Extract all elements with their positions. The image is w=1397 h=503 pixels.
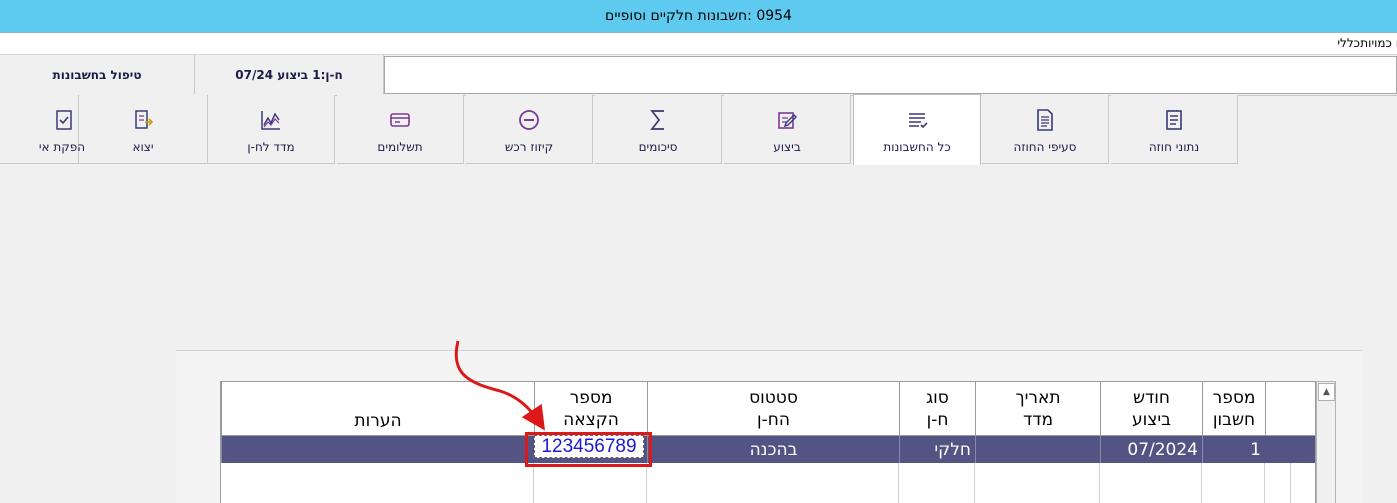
menu-quantities[interactable]: ו כמויות <box>1360 36 1397 50</box>
tool-label: יצוא <box>132 140 154 154</box>
tool-contract-items[interactable]: סעיפי החוזה <box>982 95 1109 164</box>
cell-exec-month[interactable]: 07/2024 <box>1100 436 1202 463</box>
header-status[interactable]: סטטוס הח-ן <box>647 382 899 436</box>
tool-label: סיכומים <box>638 140 678 154</box>
execution-icon <box>778 112 797 129</box>
vertical-scrollbar[interactable]: ▲ <box>1316 381 1336 503</box>
cell-status[interactable]: בהכנה <box>647 436 899 463</box>
tool-payments[interactable]: תשלומים <box>337 95 464 164</box>
tool-label: סעיפי החוזה <box>1013 140 1077 154</box>
tool-execution[interactable]: ביצוע <box>724 95 851 164</box>
cell-account-no[interactable]: 1 <box>1202 436 1265 463</box>
tool-label: ביצוע <box>773 140 801 154</box>
tool-all-accounts[interactable]: כל החשבונות <box>853 94 981 165</box>
menu-general[interactable]: כללי <box>1337 36 1360 50</box>
info-blank-field <box>384 56 1397 94</box>
header-alloc-no[interactable]: מספר הקצאה <box>534 382 647 436</box>
tool-label: הפקת אי <box>38 140 86 154</box>
accounts-grid: הערות מספר הקצאה סטטוס הח-ן סוג ח-ן תארי… <box>220 381 1316 503</box>
purchase-offset-icon <box>519 110 539 130</box>
header-spacer <box>1265 382 1291 436</box>
tool-label: כל החשבונות <box>883 140 951 154</box>
annotation-arrow <box>454 340 545 431</box>
window-title-bar: 0954 :חשבונות חלקיים וסופיים <box>0 0 1397 33</box>
tool-label: נתוני חוזה <box>1148 140 1200 154</box>
contract-items-icon <box>1037 109 1053 131</box>
handling-label: טיפול בחשבונות <box>0 55 195 94</box>
info-bar: טיפול בחשבונות ח-ן:1 ביצוע 07/24 <box>0 55 1397 96</box>
scroll-up-icon[interactable]: ▲ <box>1318 383 1335 401</box>
tool-export[interactable]: יצוא <box>79 95 208 164</box>
menu-bar: כללי ו כמויות <box>0 33 1397 55</box>
tool-produce[interactable]: הפקת אי <box>0 95 85 164</box>
tool-label: מדד לח-ן <box>247 140 295 154</box>
current-account-label: ח-ן:1 ביצוע 07/24 <box>195 55 384 94</box>
highlight-box <box>525 432 652 467</box>
tool-label: קיזוז רכש <box>504 140 554 154</box>
cell-index-date[interactable] <box>975 436 1100 463</box>
header-exec-month[interactable]: חודש ביצוע <box>1100 382 1202 436</box>
window-title: 0954 :חשבונות חלקיים וסופיים <box>605 8 792 24</box>
header-account-no[interactable]: מספר חשבון <box>1202 382 1265 436</box>
header-spacer <box>1291 382 1315 436</box>
produce-icon <box>56 110 72 130</box>
header-index-date[interactable]: תאריך מדד <box>975 382 1100 436</box>
payments-icon <box>390 113 410 127</box>
all-accounts-icon <box>909 113 928 129</box>
sum-icon <box>650 110 664 130</box>
cell-type[interactable]: חלקי <box>899 436 975 463</box>
cell-notes[interactable] <box>221 436 534 463</box>
tool-contract-data[interactable]: נתוני חוזה <box>1111 95 1238 164</box>
tool-label: תשלומים <box>377 140 423 154</box>
index-chart-icon <box>261 111 280 130</box>
tool-index[interactable]: מדד לח-ן <box>208 95 335 164</box>
header-type[interactable]: סוג ח-ן <box>899 382 975 436</box>
toolbar: נתוני חוזה סעיפי החוזה כל החשבונות ביצוע… <box>0 94 1397 165</box>
tool-summaries[interactable]: סיכומים <box>595 95 722 164</box>
contract-data-icon <box>1166 110 1182 130</box>
tool-purchase-offset[interactable]: קיזוז רכש <box>466 95 593 164</box>
export-icon <box>135 110 154 129</box>
